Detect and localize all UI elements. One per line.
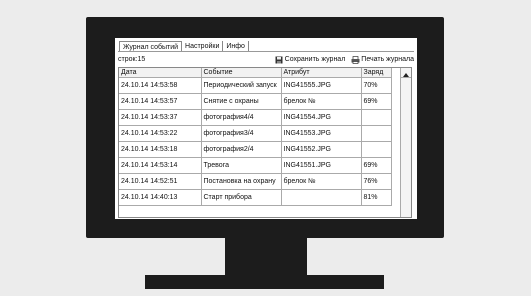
cell-charge <box>361 125 392 142</box>
cell-event: Постановка на охрану <box>201 173 282 190</box>
cell-event: Тревога <box>201 157 282 174</box>
cell-date: 24.10.14 14:52:51 <box>119 173 202 190</box>
toolbar: строк:15 Сохранить журнал Печать журнала <box>118 55 414 65</box>
cell-date: 24.10.14 14:53:37 <box>119 109 202 126</box>
table-row[interactable]: 24.10.14 14:53:14 Тревога ING41551.JPG 6… <box>119 157 392 174</box>
table-row[interactable]: 24.10.14 14:53:37 фотография4/4 ING41554… <box>119 109 392 126</box>
print-log-label: Печать журнала <box>361 56 414 63</box>
cell-event: фотография2/4 <box>201 141 282 158</box>
printer-icon <box>351 56 360 64</box>
row-count: строк:15 <box>118 56 146 63</box>
cell-charge: 69% <box>361 157 392 174</box>
event-log-table: Дата Событие Атрибут Заряд 24.10.14 14:5… <box>118 67 412 218</box>
cell-charge: 70% <box>361 77 392 94</box>
column-header-charge[interactable]: Заряд <box>361 68 392 78</box>
table-row[interactable]: 24.10.14 14:40:13 Старт прибора 81% <box>119 189 392 206</box>
save-log-label: Сохранить журнал <box>284 56 346 63</box>
cell-attribute: ING41552.JPG <box>281 141 362 158</box>
monitor-stand-neck <box>225 238 307 275</box>
floppy-disk-icon <box>275 56 283 64</box>
cell-event: Периодический запуск <box>201 77 282 94</box>
cell-date: 24.10.14 14:53:58 <box>119 77 202 94</box>
cell-attribute: ING41553.JPG <box>281 125 362 142</box>
cell-event: Снятие с охраны <box>201 93 282 110</box>
table-row[interactable]: 24.10.14 14:52:51 Постановка на охрану б… <box>119 173 392 190</box>
table-header-row: Дата Событие Атрибут Заряд <box>119 68 392 78</box>
scroll-up-button[interactable] <box>401 68 411 78</box>
cell-date: 24.10.14 14:53:22 <box>119 125 202 142</box>
column-header-date[interactable]: Дата <box>119 68 202 78</box>
arrow-up-icon <box>403 68 409 82</box>
monitor-stand-base <box>145 275 384 289</box>
app-window: Журнал событий Настройки Инфо строк:15 С… <box>115 38 417 219</box>
cell-charge <box>361 109 392 126</box>
cell-attribute: брелок № <box>281 173 362 190</box>
cell-date: 24.10.14 14:53:57 <box>119 93 202 110</box>
vertical-scrollbar[interactable] <box>400 68 411 217</box>
cell-attribute: ING41554.JPG <box>281 109 362 126</box>
cell-date: 24.10.14 14:40:13 <box>119 189 202 206</box>
table-row[interactable]: 24.10.14 14:53:58 Периодический запуск I… <box>119 77 392 94</box>
cell-attribute: ING41551.JPG <box>281 157 362 174</box>
save-log-button[interactable]: Сохранить журнал <box>275 55 346 65</box>
cell-charge <box>361 141 392 158</box>
cell-charge: 76% <box>361 173 392 190</box>
cell-attribute: брелок № <box>281 93 362 110</box>
cell-event: Старт прибора <box>201 189 282 206</box>
tab-divider <box>118 51 414 52</box>
column-header-attribute[interactable]: Атрибут <box>281 68 362 78</box>
cell-event: фотография3/4 <box>201 125 282 142</box>
cell-attribute: ING41555.JPG <box>281 77 362 94</box>
cell-charge: 81% <box>361 189 392 206</box>
cell-date: 24.10.14 14:53:14 <box>119 157 202 174</box>
print-log-button[interactable]: Печать журнала <box>351 55 414 65</box>
cell-event: фотография4/4 <box>201 109 282 126</box>
monitor-frame: Журнал событий Настройки Инфо строк:15 С… <box>86 17 444 238</box>
table-row[interactable]: 24.10.14 14:53:22 фотография3/4 ING41553… <box>119 125 392 142</box>
cell-charge: 69% <box>361 93 392 110</box>
cell-date: 24.10.14 14:53:18 <box>119 141 202 158</box>
table-row[interactable]: 24.10.14 14:53:18 фотография2/4 ING41552… <box>119 141 392 158</box>
column-header-event[interactable]: Событие <box>201 68 282 78</box>
table-row[interactable]: 24.10.14 14:53:57 Снятие с охраны брелок… <box>119 93 392 110</box>
cell-attribute <box>281 189 362 206</box>
